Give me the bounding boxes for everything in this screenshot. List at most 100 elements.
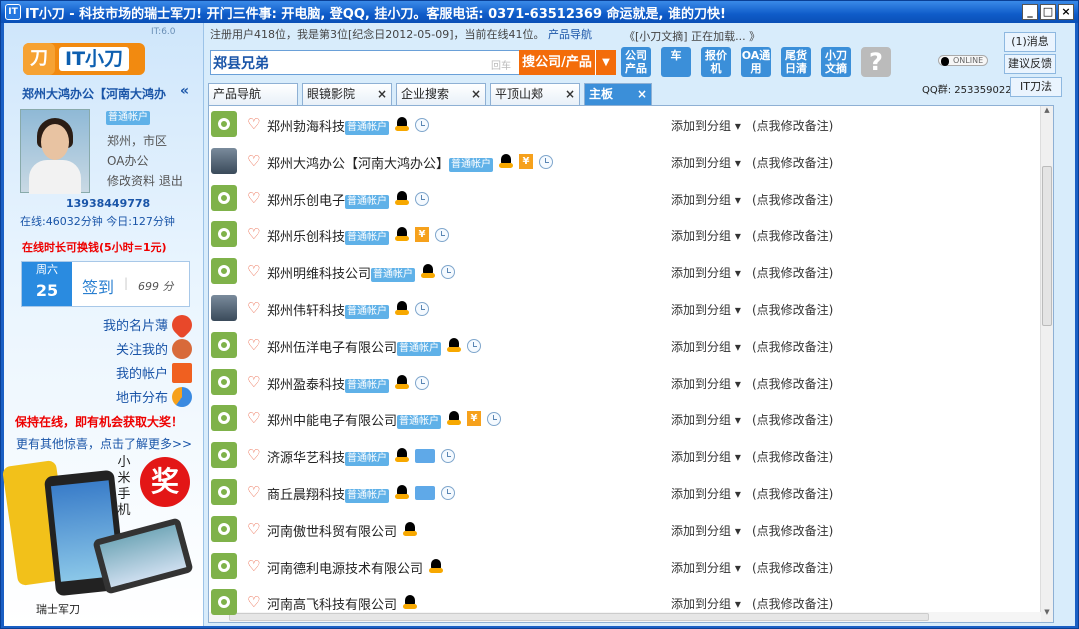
heart-icon[interactable]: ♡ xyxy=(247,115,260,133)
edit-note-link[interactable]: (点我修改备注) xyxy=(752,227,833,244)
scroll-up-icon[interactable]: ▲ xyxy=(1041,106,1053,120)
heart-icon[interactable]: ♡ xyxy=(247,336,260,354)
toolbar-quote-machine[interactable]: 报价机 xyxy=(701,47,731,77)
toolbar-company-products[interactable]: 公司产品 xyxy=(621,47,651,77)
card-icon[interactable] xyxy=(415,485,435,500)
qq-icon[interactable] xyxy=(447,338,461,353)
edit-note-link[interactable]: (点我修改备注) xyxy=(752,448,833,465)
add-to-group-dropdown[interactable]: 添加到分组 ▾ xyxy=(671,485,741,502)
avatar[interactable] xyxy=(211,369,237,395)
search-button[interactable]: 搜公司/产品 xyxy=(519,50,595,75)
list-item[interactable]: ♡ 济源华艺科技 普通帐户 添加到分组 ▾ (点我修改备注) xyxy=(209,438,1041,475)
minimize-button[interactable]: _ xyxy=(1022,4,1038,20)
clock-icon[interactable] xyxy=(415,191,429,206)
heart-icon[interactable]: ♡ xyxy=(247,409,260,427)
list-item[interactable]: ♡ 郑州伟轩科技 普通帐户 添加到分组 ▾ (点我修改备注) xyxy=(209,291,1041,328)
avatar[interactable] xyxy=(211,295,237,321)
menu-city-distribution[interactable]: 地市分布 xyxy=(4,385,194,409)
company-name[interactable]: 郑州勃海科技 普通帐户 xyxy=(267,116,390,135)
clock-icon[interactable] xyxy=(415,117,429,132)
edit-note-link[interactable]: (点我修改备注) xyxy=(752,595,833,612)
company-name[interactable]: 郑州大鸿办公【河南大鸿办公】 普通帐户 xyxy=(267,153,494,172)
list-item[interactable]: ♡ 河南傲世科贸有限公司 添加到分组 ▾ (点我修改备注) xyxy=(209,512,1041,549)
add-to-group-dropdown[interactable]: 添加到分组 ▾ xyxy=(671,448,741,465)
add-to-group-dropdown[interactable]: 添加到分组 ▾ xyxy=(671,227,741,244)
company-name[interactable]: 济源华艺科技 普通帐户 xyxy=(267,447,390,466)
heart-icon[interactable]: ♡ xyxy=(247,520,260,538)
clock-icon[interactable] xyxy=(435,227,449,242)
edit-note-link[interactable]: (点我修改备注) xyxy=(752,411,833,428)
promo-online-time[interactable]: 在线时长可换钱(5小时=1元) xyxy=(22,239,167,255)
help-icon[interactable]: ? xyxy=(861,47,891,77)
avatar[interactable] xyxy=(211,516,237,542)
clock-icon[interactable] xyxy=(539,154,553,169)
heart-icon[interactable]: ♡ xyxy=(247,225,260,243)
tab-product-nav[interactable]: 产品导航 xyxy=(208,83,298,105)
heart-icon[interactable]: ♡ xyxy=(247,189,260,207)
edit-note-link[interactable]: (点我修改备注) xyxy=(752,375,833,392)
edit-note-link[interactable]: (点我修改备注) xyxy=(752,559,833,576)
qq-icon[interactable] xyxy=(447,411,461,426)
clock-icon[interactable] xyxy=(487,411,501,426)
add-to-group-dropdown[interactable]: 添加到分组 ▾ xyxy=(671,595,741,612)
list-item[interactable]: ♡ 郑州大鸿办公【河南大鸿办公】 普通帐户 ¥ 添加到分组 ▾ (点我修改备注) xyxy=(209,144,1041,181)
feedback-button[interactable]: 建议反馈 xyxy=(1004,54,1056,74)
promo-prize[interactable]: 保持在线，即有机会获取大奖！ xyxy=(15,413,183,430)
collapse-icon[interactable]: « xyxy=(180,83,189,99)
logout-link[interactable]: 退出 xyxy=(159,174,183,188)
company-name[interactable]: 郑州盈泰科技 普通帐户 xyxy=(267,374,390,393)
heart-icon[interactable]: ♡ xyxy=(247,483,260,501)
toolbar-oa[interactable]: OA通用 xyxy=(741,47,771,77)
toolbar-digest[interactable]: 小刀文摘 xyxy=(821,47,851,77)
qq-icon[interactable] xyxy=(395,301,409,316)
heart-icon[interactable]: ♡ xyxy=(247,262,260,280)
it-rules-button[interactable]: IT刀法 xyxy=(1010,77,1062,97)
scroll-down-icon[interactable]: ▼ xyxy=(1041,608,1053,622)
avatar[interactable] xyxy=(211,258,237,284)
add-to-group-dropdown[interactable]: 添加到分组 ▾ xyxy=(671,117,741,134)
news-ticker[interactable]: 《[小刀文摘] 正在加载... 》 xyxy=(624,28,760,44)
ad-banner[interactable]: 小米手机 奖 瑞士军刀 xyxy=(1,453,200,623)
avatar[interactable] xyxy=(211,221,237,247)
avatar[interactable] xyxy=(211,405,237,431)
heart-icon[interactable]: ♡ xyxy=(247,446,260,464)
avatar[interactable] xyxy=(211,185,237,211)
qq-icon[interactable] xyxy=(395,191,409,206)
qq-icon[interactable] xyxy=(395,227,409,242)
messages-button[interactable]: (1)消息 xyxy=(1004,32,1056,52)
qq-icon[interactable] xyxy=(421,264,435,279)
avatar[interactable] xyxy=(211,111,237,137)
heart-icon[interactable]: ♡ xyxy=(247,299,260,317)
close-icon[interactable]: × xyxy=(471,84,481,104)
edit-note-link[interactable]: (点我修改备注) xyxy=(752,485,833,502)
edit-note-link[interactable]: (点我修改备注) xyxy=(752,117,833,134)
edit-note-link[interactable]: (点我修改备注) xyxy=(752,154,833,171)
tab-mainboard[interactable]: 主板 × xyxy=(584,83,652,105)
close-icon[interactable]: × xyxy=(637,84,647,104)
close-button[interactable]: × xyxy=(1058,4,1074,20)
product-nav-link[interactable]: 产品导航 xyxy=(548,28,592,41)
edit-profile-link[interactable]: 修改资料 xyxy=(107,174,155,188)
company-name[interactable]: 郑州伍洋电子有限公司 普通帐户 xyxy=(267,337,442,356)
tab-company-search[interactable]: 企业搜索 × xyxy=(396,83,486,105)
yen-icon[interactable]: ¥ xyxy=(467,411,481,426)
list-item[interactable]: ♡ 郑州盈泰科技 普通帐户 添加到分组 ▾ (点我修改备注) xyxy=(209,365,1041,402)
qq-online-icon[interactable]: ONLINE xyxy=(938,55,989,66)
edit-note-link[interactable]: (点我修改备注) xyxy=(752,301,833,318)
add-to-group-dropdown[interactable]: 添加到分组 ▾ xyxy=(671,301,741,318)
add-to-group-dropdown[interactable]: 添加到分组 ▾ xyxy=(671,522,741,539)
add-to-group-dropdown[interactable]: 添加到分组 ▾ xyxy=(671,264,741,281)
clock-icon[interactable] xyxy=(441,448,455,463)
heart-icon[interactable]: ♡ xyxy=(247,593,260,611)
yen-icon[interactable]: ¥ xyxy=(415,227,429,242)
company-name[interactable]: 郑州明维科技公司 普通帐户 xyxy=(267,263,416,282)
qq-icon[interactable] xyxy=(499,154,513,169)
vertical-scrollbar[interactable]: ▲ ▼ xyxy=(1040,106,1053,622)
list-item[interactable]: ♡ 郑州乐创电子 普通帐户 添加到分组 ▾ (点我修改备注) xyxy=(209,181,1041,218)
add-to-group-dropdown[interactable]: 添加到分组 ▾ xyxy=(671,154,741,171)
toolbar-clearance[interactable]: 尾货日清 xyxy=(781,47,811,77)
scroll-thumb[interactable] xyxy=(1042,166,1052,326)
add-to-group-dropdown[interactable]: 添加到分组 ▾ xyxy=(671,375,741,392)
yen-icon[interactable]: ¥ xyxy=(519,154,533,169)
qq-icon[interactable] xyxy=(395,448,409,463)
